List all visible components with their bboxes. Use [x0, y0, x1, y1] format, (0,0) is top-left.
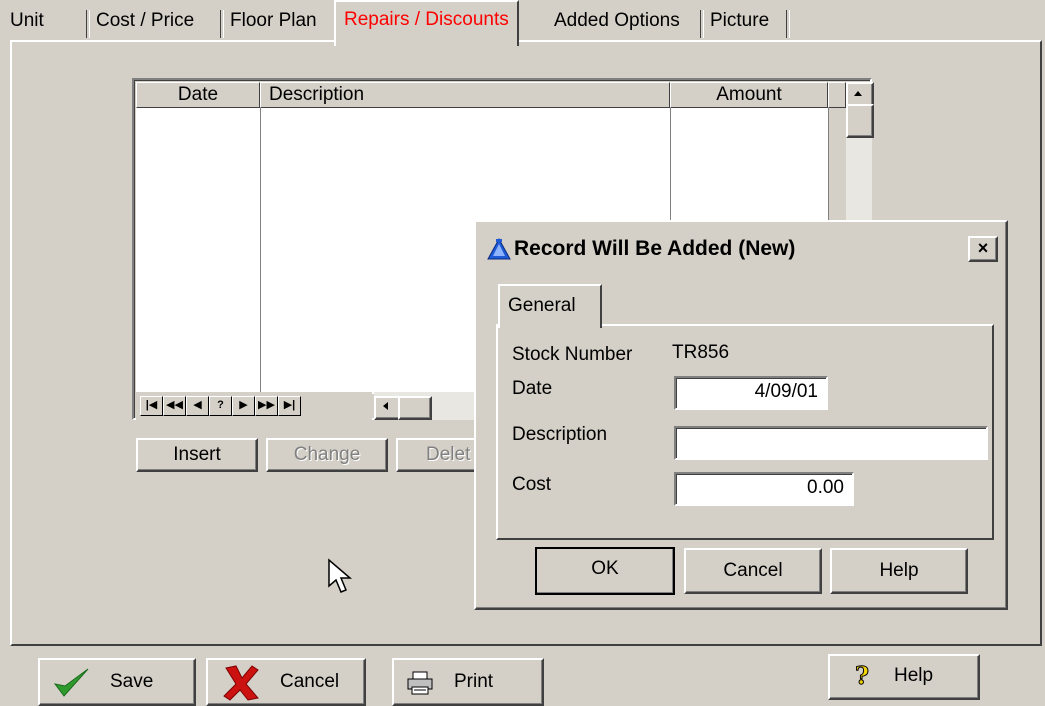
arrow-up-icon	[854, 91, 862, 96]
ok-button[interactable]: OK	[535, 547, 675, 595]
tab-floor-plan[interactable]: Floor Plan	[222, 4, 325, 42]
dialog-cancel-button[interactable]: Cancel	[684, 548, 822, 594]
stock-number-label: Stock Number	[512, 344, 633, 365]
column-header-description[interactable]: Description	[260, 82, 670, 108]
arrow-left-icon	[383, 402, 388, 410]
column-divider	[260, 108, 261, 394]
tab-added-options[interactable]: Added Options	[546, 4, 688, 42]
nav-prior-page-button[interactable]: ◀◀	[163, 396, 186, 416]
app-flask-icon	[487, 237, 511, 260]
tab-picture[interactable]: Picture	[702, 4, 777, 42]
tab-cost-price[interactable]: Cost / Price	[88, 4, 202, 42]
help-button[interactable]: ? Help	[828, 654, 980, 700]
cancel-label: Cancel	[280, 671, 340, 692]
description-field[interactable]	[674, 426, 988, 460]
dialog-titlebar[interactable]: Record Will Be Added (New) ×	[480, 226, 1002, 272]
save-button[interactable]: Save	[38, 658, 196, 706]
cost-field[interactable]: 0.00	[674, 472, 854, 506]
tab-general[interactable]: General	[498, 284, 602, 328]
insert-button[interactable]: Insert	[136, 438, 258, 472]
column-header-date[interactable]: Date	[136, 82, 260, 108]
question-mark-icon: ?	[855, 662, 870, 690]
hscroll-thumb[interactable]	[398, 396, 432, 420]
nav-next-button[interactable]: ▶	[232, 396, 255, 416]
tab-repairs-discounts[interactable]: Repairs / Discounts	[334, 0, 519, 46]
close-icon[interactable]: ×	[968, 236, 998, 262]
nav-first-button[interactable]: |◀	[140, 396, 163, 416]
dialog-title: Record Will Be Added (New)	[514, 237, 796, 260]
dialog-help-button[interactable]: Help	[830, 548, 968, 594]
description-label: Description	[512, 424, 608, 445]
scroll-thumb[interactable]	[846, 104, 874, 138]
red-x-icon	[223, 665, 259, 701]
date-label: Date	[512, 378, 553, 399]
record-navigator: |◀ ◀◀ ◀ ? ▶ ▶▶ ▶|	[136, 392, 372, 420]
nav-next-page-button[interactable]: ▶▶	[255, 396, 278, 416]
help-label: Help	[894, 665, 934, 686]
mouse-cursor-icon	[328, 558, 353, 593]
date-field[interactable]: 4/09/01	[674, 376, 828, 410]
printer-icon	[407, 671, 433, 695]
print-button[interactable]: Print	[392, 658, 544, 706]
nav-last-button[interactable]: ▶|	[278, 396, 301, 416]
svg-text:?: ?	[855, 662, 869, 690]
change-button[interactable]: Change	[266, 438, 388, 472]
tab-unit[interactable]: Unit	[2, 4, 52, 42]
cost-label: Cost	[512, 474, 552, 495]
column-header-amount[interactable]: Amount	[670, 82, 828, 108]
save-label: Save	[110, 671, 154, 692]
general-panel: Stock Number TR856 Date 4/09/01 Descript…	[496, 324, 994, 540]
nav-prior-button[interactable]: ◀	[186, 396, 209, 416]
column-header-spacer	[828, 82, 846, 108]
tab-strip: Unit Cost / Price Floor Plan Repairs / D…	[0, 0, 1045, 46]
delete-button[interactable]: Delet	[396, 438, 486, 472]
cancel-button[interactable]: Cancel	[206, 658, 366, 706]
tab-separator	[786, 10, 790, 38]
nav-search-button[interactable]: ?	[209, 396, 232, 416]
checkmark-icon	[53, 668, 89, 697]
print-label: Print	[454, 671, 494, 692]
stock-number-value: TR856	[672, 342, 730, 363]
record-dialog: Record Will Be Added (New) × General Sto…	[474, 220, 1008, 610]
